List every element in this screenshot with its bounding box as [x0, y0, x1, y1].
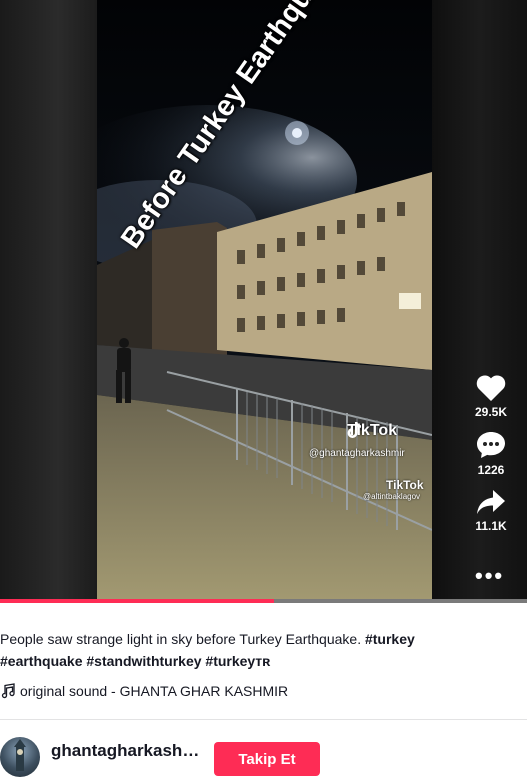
comment-button[interactable]: 1226 — [462, 431, 520, 477]
hashtag-link[interactable]: #turkeyᴛʀ — [205, 653, 270, 669]
comment-icon — [477, 432, 505, 458]
hashtag-link[interactable]: #earthquake — [0, 653, 82, 669]
caption-text: People saw strange light in sky before T… — [0, 631, 365, 647]
hashtag-link[interactable]: #standwithturkey — [86, 653, 201, 669]
comment-count: 1226 — [477, 463, 505, 477]
tiktok-watermark: TikTok — [347, 422, 397, 440]
tiktok-logo-icon — [347, 422, 361, 438]
divider — [0, 719, 527, 720]
share-arrow-icon — [477, 490, 505, 514]
author-username[interactable]: ghantagharkashmir — [51, 741, 207, 761]
video-frame[interactable]: Before Turkey Earthquake TikTok @ghantag… — [97, 0, 432, 603]
avatar[interactable] — [0, 737, 40, 777]
like-button[interactable]: 29.5K — [462, 374, 520, 419]
clock-tower-image — [14, 739, 26, 771]
video-scene — [97, 0, 432, 603]
progress-bar-fill — [0, 599, 275, 603]
tiktok-watermark-secondary-user: @altintbaklagov — [363, 492, 421, 501]
video-player[interactable]: Before Turkey Earthquake TikTok @ghantag… — [0, 0, 527, 603]
follow-button[interactable]: Takip Et — [214, 742, 320, 776]
hashtag-link[interactable]: #turkey — [365, 631, 415, 647]
tiktok-watermark-secondary-brand: TikTok — [386, 478, 424, 492]
music-note-icon — [1, 683, 15, 699]
video-blur-backdrop-left — [0, 0, 97, 603]
video-caption: People saw strange light in sky before T… — [0, 628, 500, 672]
music-label: original sound - GHANTA GHAR KASHMIR — [20, 683, 289, 699]
progress-bar[interactable] — [0, 599, 527, 603]
more-options-icon[interactable]: ••• — [475, 563, 504, 589]
share-button[interactable]: 11.1K — [462, 489, 520, 533]
tiktok-watermark-secondary: TikTok — [386, 478, 424, 492]
heart-icon — [476, 375, 506, 401]
like-count: 29.5K — [474, 405, 508, 419]
music-link[interactable]: original sound - GHANTA GHAR KASHMIR — [0, 683, 288, 699]
tiktok-watermark-user: @ghantagharkashmir — [309, 448, 405, 459]
action-bar: 29.5K 1226 11.1K — [462, 374, 520, 545]
share-count: 11.1K — [475, 519, 507, 533]
